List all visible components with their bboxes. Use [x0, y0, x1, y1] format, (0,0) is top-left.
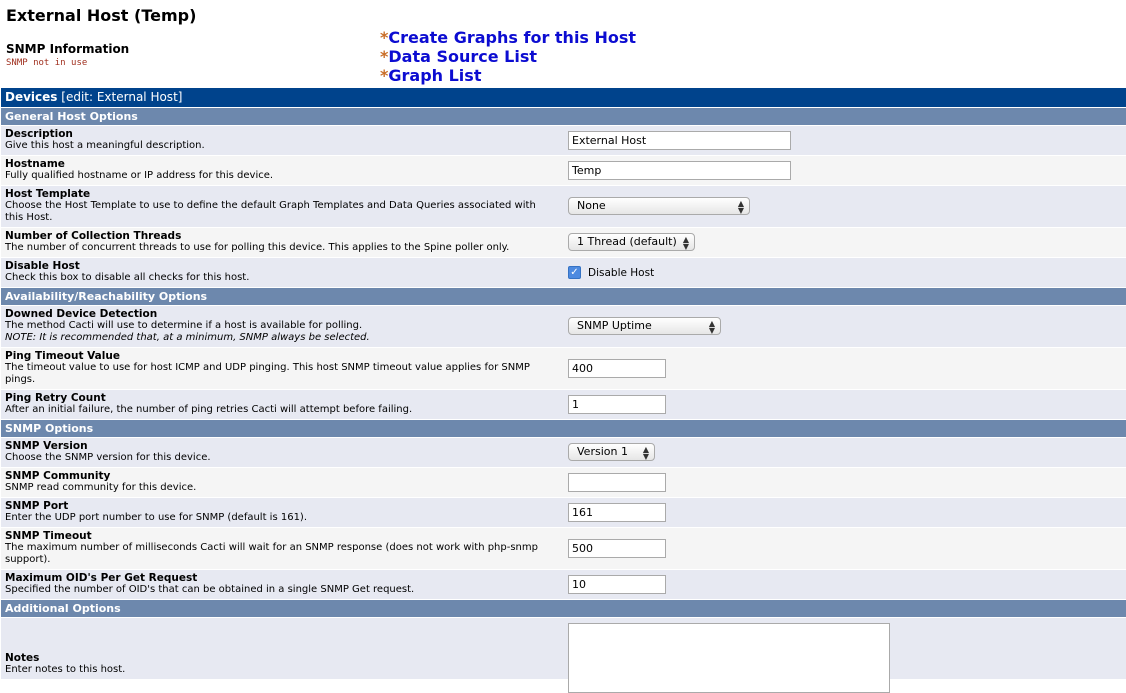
field-title: Disable Host [5, 260, 80, 272]
row-threads: Number of Collection Threads The number o… [1, 227, 1126, 257]
field-title: Hostname [5, 158, 65, 170]
field-desc: The timeout value to use for host ICMP a… [5, 362, 530, 385]
data-source-list-link-row: *Data Source List [380, 47, 636, 66]
field-desc: Choose the Host Template to use to defin… [5, 200, 536, 223]
row-hostname: Hostname Fully qualified hostname or IP a… [1, 155, 1126, 185]
field-title: Description [5, 128, 73, 140]
devices-edit-label: [edit: External Host] [61, 90, 183, 104]
page-title: External Host (Temp) [6, 6, 197, 25]
row-notes: Notes Enter notes to this host. [1, 617, 1126, 693]
snmp-status-text: SNMP not in use [6, 58, 88, 68]
row-snmp-timeout: SNMP Timeout The maximum number of millis… [1, 527, 1126, 569]
host-form: General Host Options Description Give thi… [1, 107, 1126, 693]
select-value: 1 Thread (default) [577, 235, 677, 248]
field-note: NOTE: It is recommended that, at a minim… [5, 332, 370, 343]
field-desc: The method Cacti will use to determine i… [5, 320, 363, 331]
snmp-timeout-input[interactable]: 500 [568, 539, 666, 558]
field-title: Ping Timeout Value [5, 350, 120, 362]
graph-list-link[interactable]: Graph List [388, 66, 481, 85]
row-ping-timeout: Ping Timeout Value The timeout value to u… [1, 347, 1126, 389]
field-desc: After an initial failure, the number of … [5, 404, 413, 415]
row-snmp-version: SNMP Version Choose the SNMP version for … [1, 437, 1126, 467]
row-snmp-community: SNMP Community SNMP read community for th… [1, 467, 1126, 497]
select-arrow-icon: ▲ ▼ [708, 319, 715, 335]
field-title: SNMP Version [5, 440, 88, 452]
snmp-version-select[interactable]: Version 1 ▲ ▼ [568, 443, 655, 461]
field-desc: The number of concurrent threads to use … [5, 242, 510, 253]
field-title: SNMP Community [5, 470, 111, 482]
field-title: SNMP Port [5, 500, 69, 512]
row-snmp-port: SNMP Port Enter the UDP port number to us… [1, 497, 1126, 527]
field-title: SNMP Timeout [5, 530, 92, 542]
ping-timeout-input[interactable]: 400 [568, 359, 666, 378]
disable-host-checkbox[interactable]: ✓ [568, 266, 581, 279]
row-downed-detection: Downed Device Detection The method Cacti … [1, 305, 1126, 347]
row-host-template: Host Template Choose the Host Template to… [1, 185, 1126, 227]
field-title: Downed Device Detection [5, 308, 158, 320]
field-desc: Fully qualified hostname or IP address f… [5, 170, 274, 181]
field-title: Maximum OID's Per Get Request [5, 572, 198, 584]
section-snmp: SNMP Options [1, 419, 1126, 437]
field-desc: The maximum number of milliseconds Cacti… [5, 542, 538, 565]
hostname-input[interactable]: Temp [568, 161, 791, 180]
field-desc: Enter notes to this host. [5, 664, 126, 675]
field-title: Ping Retry Count [5, 392, 106, 404]
select-arrow-icon: ▲ ▼ [642, 445, 649, 461]
snmp-community-input[interactable] [568, 473, 666, 492]
snmp-info-heading: SNMP Information [6, 42, 130, 56]
row-max-oids: Maximum OID's Per Get Request Specified t… [1, 569, 1126, 599]
section-availability: Availability/Reachability Options [1, 287, 1126, 305]
row-description: Description Give this host a meaningful d… [1, 125, 1126, 155]
field-desc: Choose the SNMP version for this device. [5, 452, 211, 463]
graph-list-link-row: *Graph List [380, 66, 636, 85]
field-desc: Check this box to disable all checks for… [5, 272, 250, 283]
select-value: Version 1 [577, 445, 628, 458]
field-title: Host Template [5, 188, 91, 200]
row-ping-retry: Ping Retry Count After an initial failure… [1, 389, 1126, 419]
devices-title: Devices [5, 90, 58, 104]
select-arrow-icon: ▲ ▼ [737, 199, 744, 215]
max-oids-input[interactable]: 10 [568, 575, 666, 594]
devices-header-bar: Devices [edit: External Host] [1, 88, 1126, 107]
host-links: *Create Graphs for this Host *Data Sourc… [380, 28, 636, 85]
snmp-port-input[interactable]: 161 [568, 503, 666, 522]
data-source-list-link[interactable]: Data Source List [388, 47, 537, 66]
field-desc: Give this host a meaningful description. [5, 140, 205, 151]
description-input[interactable]: External Host [568, 131, 791, 150]
create-graphs-link[interactable]: Create Graphs for this Host [388, 28, 636, 47]
select-arrow-icon: ▲ ▼ [682, 235, 689, 251]
downed-detection-select[interactable]: SNMP Uptime ▲ ▼ [568, 317, 721, 335]
field-title: Notes [5, 652, 40, 664]
create-graphs-link-row: *Create Graphs for this Host [380, 28, 636, 47]
ping-retry-input[interactable]: 1 [568, 395, 666, 414]
field-title: Number of Collection Threads [5, 230, 182, 242]
row-disable-host: Disable Host Check this box to disable al… [1, 257, 1126, 287]
field-desc: SNMP read community for this device. [5, 482, 197, 493]
host-template-select[interactable]: None ▲ ▼ [568, 197, 750, 215]
field-desc: Enter the UDP port number to use for SNM… [5, 512, 308, 523]
select-value: SNMP Uptime [577, 319, 652, 332]
field-desc: Specified the number of OID's that can b… [5, 584, 415, 595]
section-additional: Additional Options [1, 599, 1126, 617]
disable-host-checkbox-label: Disable Host [588, 266, 655, 279]
threads-select[interactable]: 1 Thread (default) ▲ ▼ [568, 233, 695, 251]
select-value: None [577, 199, 606, 212]
notes-textarea[interactable] [568, 623, 890, 693]
section-general: General Host Options [1, 107, 1126, 125]
